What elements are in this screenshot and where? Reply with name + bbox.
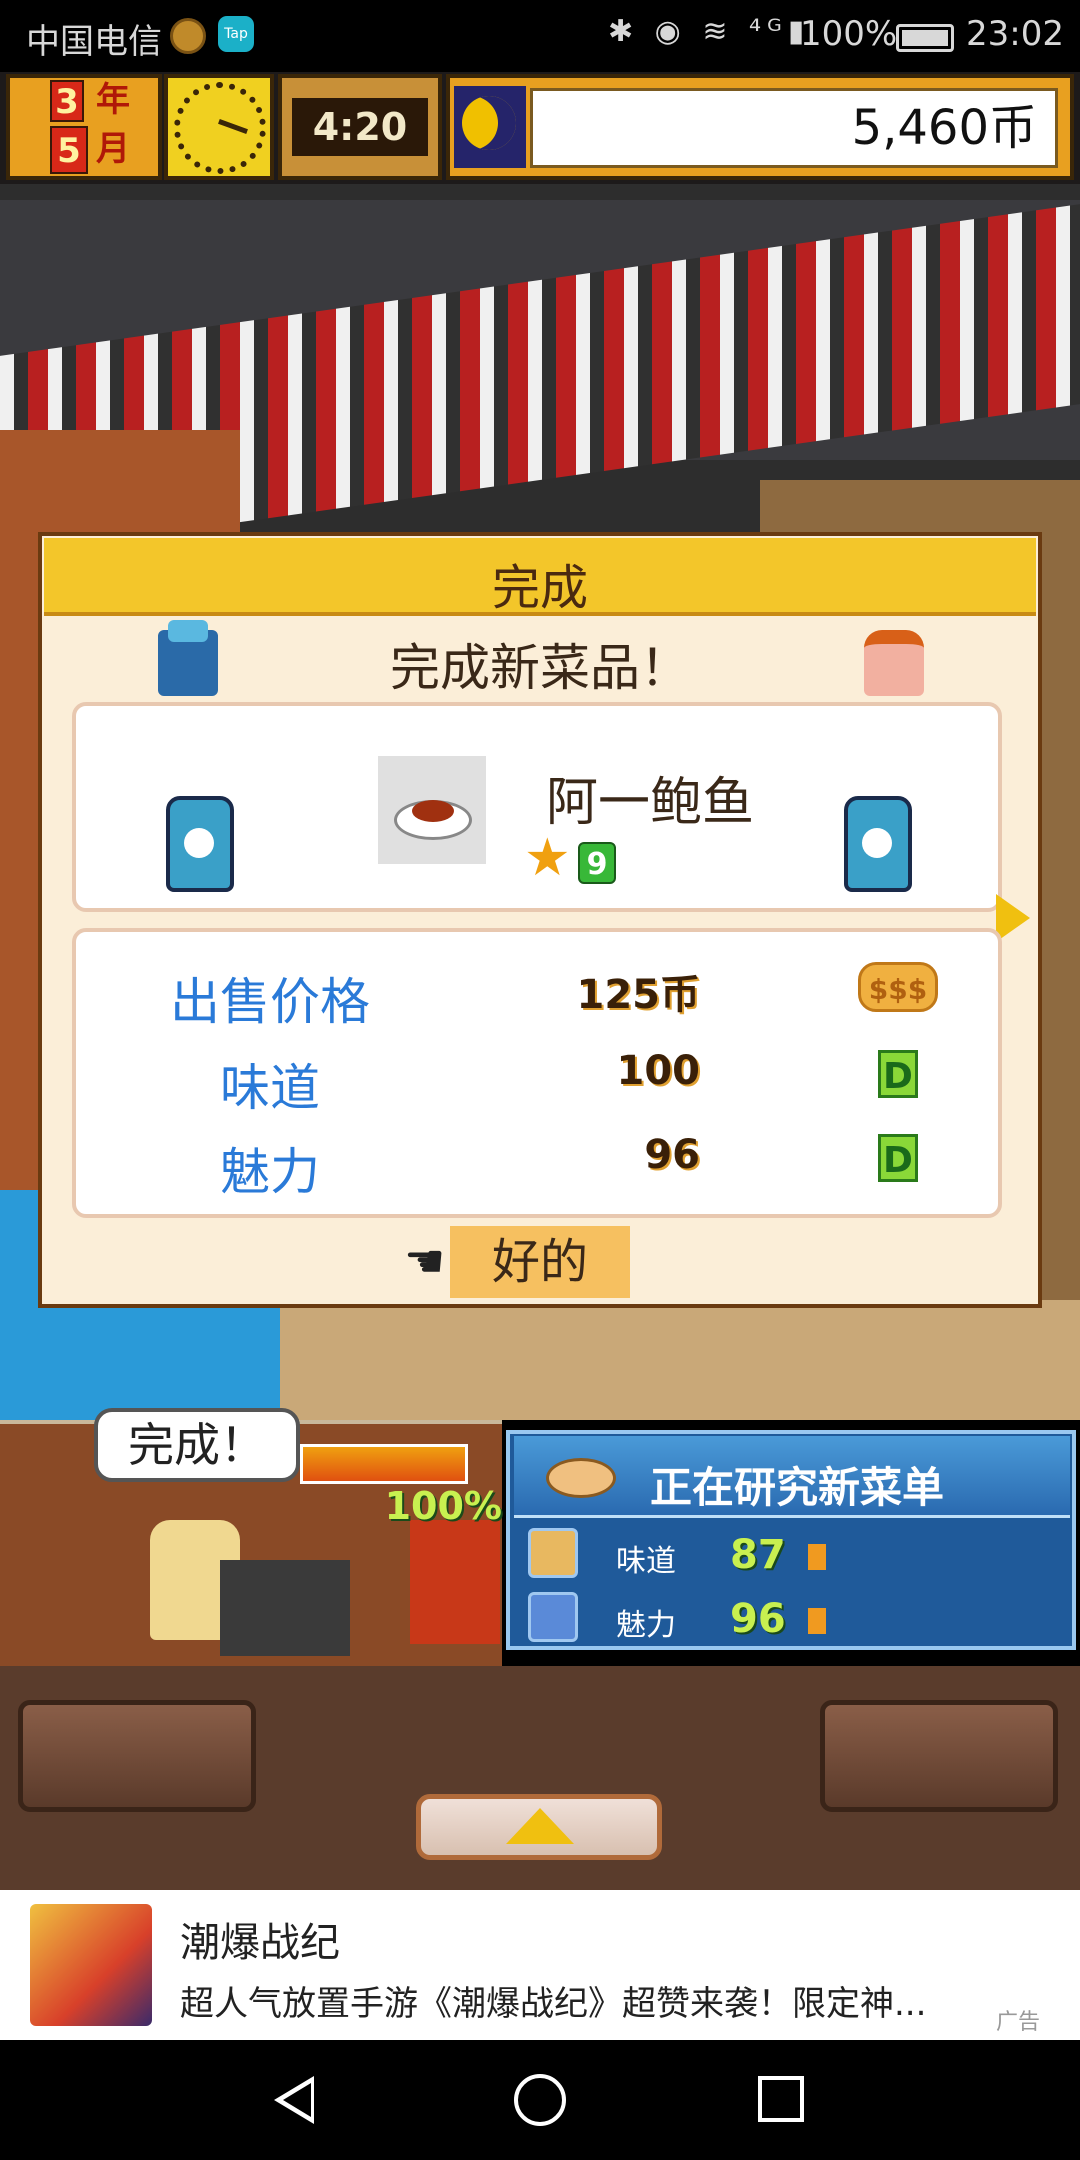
system-status-icons: ✱ ◉ ≋ ⁴ᴳ▮ xyxy=(608,14,811,49)
month-unit: 月 xyxy=(92,126,134,174)
research-label-taste: 味道 xyxy=(616,1544,676,1579)
research-progress-bar xyxy=(300,1444,468,1484)
clock-icon xyxy=(174,82,266,174)
charm-icon xyxy=(528,1592,578,1642)
recent-apps-icon[interactable] xyxy=(758,2076,804,2122)
stove-icon xyxy=(220,1560,350,1656)
charm-grade-badge: D xyxy=(878,1134,918,1182)
courtyard-floor xyxy=(280,1300,1080,1420)
stat-value-price: 125币 xyxy=(576,972,701,1018)
ad-thumbnail[interactable] xyxy=(30,1904,152,2026)
waitress-character-icon xyxy=(864,630,924,696)
next-arrow-button[interactable] xyxy=(996,894,1030,942)
research-progress-text: 100% xyxy=(384,1484,502,1528)
year-number: 3 xyxy=(50,80,84,122)
up-arrow-icon xyxy=(506,1808,574,1844)
money-amount: 5,460币 xyxy=(530,88,1058,168)
ad-description[interactable]: 超人气放置手游《潮爆战纪》超赞来袭！限定神... xyxy=(180,1976,1000,2025)
ad-label: 广告 xyxy=(996,2010,1041,2035)
stat-value-charm: 96 xyxy=(644,1132,700,1178)
dialog-headline: 完成新菜品！ xyxy=(390,639,690,697)
plate-icon xyxy=(546,1458,616,1498)
stat-label-charm: 魅力 xyxy=(220,1143,320,1201)
star-icon: ★ xyxy=(524,828,571,888)
game-time: 4:20 xyxy=(292,98,428,156)
dish-rank: 9 xyxy=(578,842,616,884)
research-value-charm: 96 xyxy=(730,1596,786,1642)
date-panel: 3 年 5 月 xyxy=(6,74,162,180)
taste-icon xyxy=(528,1528,578,1578)
research-bar-taste xyxy=(808,1544,826,1570)
research-title: 正在研究新菜单 xyxy=(650,1463,945,1512)
pointing-hand-icon: ☚ xyxy=(404,1234,446,1288)
shelf-icon xyxy=(410,1520,500,1644)
research-value-taste: 87 xyxy=(730,1532,786,1578)
price-grade-badge: $$$ xyxy=(858,962,938,1012)
month-number: 5 xyxy=(50,126,88,174)
battery-percentage: 100% xyxy=(800,14,898,54)
dish-food-icon xyxy=(412,800,454,822)
year-unit: 年 xyxy=(92,80,134,122)
left-menu-button[interactable] xyxy=(18,1700,256,1812)
mascot-right-icon xyxy=(844,796,912,892)
research-bar-charm xyxy=(808,1608,826,1634)
tap-app-icon: Tap xyxy=(218,16,254,52)
status-time: 23:02 xyxy=(966,14,1064,54)
carrier-name: 中国电信 xyxy=(26,22,162,62)
stat-label-price: 出售价格 xyxy=(170,973,370,1031)
dish-name: 阿一鲍鱼 xyxy=(545,773,754,833)
ad-title[interactable]: 潮爆战纪 xyxy=(180,1910,340,1968)
taste-grade-badge: D xyxy=(878,1050,918,1098)
stat-value-taste: 100 xyxy=(616,1048,701,1094)
speech-bubble: 完成！ xyxy=(94,1408,300,1482)
stat-label-taste: 味道 xyxy=(220,1059,320,1117)
back-icon[interactable] xyxy=(274,2076,314,2124)
chef-character-icon xyxy=(158,620,218,696)
ok-button[interactable]: 好的 xyxy=(450,1226,630,1298)
home-icon[interactable] xyxy=(514,2074,566,2126)
research-label-charm: 魅力 xyxy=(616,1608,676,1643)
moon-icon xyxy=(462,96,516,150)
battery-icon xyxy=(896,24,954,52)
coin-notification-icon xyxy=(170,18,206,54)
right-menu-button[interactable] xyxy=(820,1700,1058,1812)
dialog-title: 完成 xyxy=(491,560,588,616)
mascot-left-icon xyxy=(166,796,234,892)
